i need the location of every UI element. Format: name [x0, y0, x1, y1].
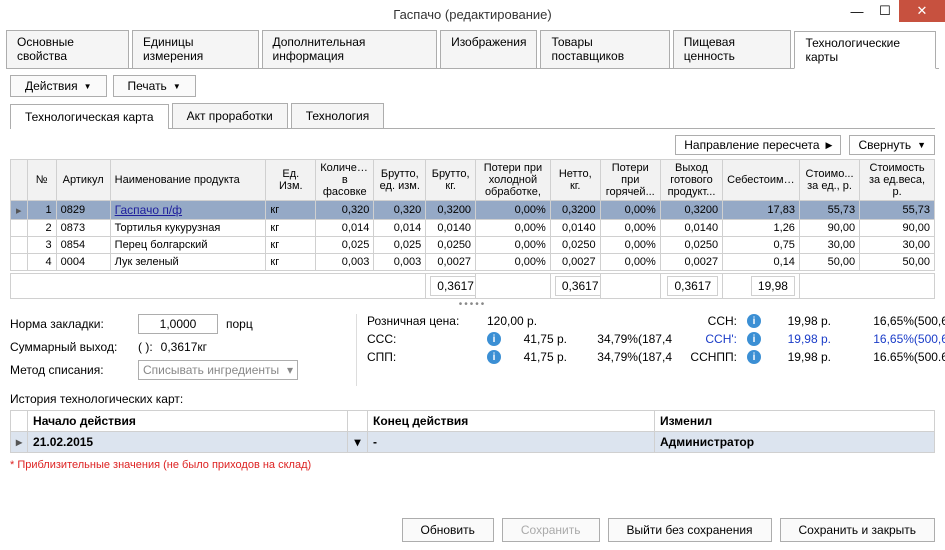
arrow-right-icon: ▶	[826, 140, 833, 151]
product-link[interactable]: Гаспачо п/ф	[115, 203, 182, 217]
info-icon[interactable]: i	[487, 350, 501, 364]
history-section: История технологических карт: Начало дей…	[10, 392, 935, 453]
warning-text: * Приблизительные значения (не было прих…	[10, 459, 935, 471]
recalc-bar: Направление пересчета▶ Свернуть▼	[0, 129, 945, 159]
date-picker-icon[interactable]: ▾	[348, 432, 368, 453]
grid-header: №АртикулНаименование продуктаЕд. Изм. Ко…	[11, 160, 935, 201]
lower-panel: Норма закладки: порц Суммарный выход: ( …	[10, 314, 935, 386]
history-row[interactable]: ▸21.02.2015 ▾ -Администратор	[11, 432, 935, 453]
method-label: Метод списания:	[10, 363, 130, 377]
maximize-button[interactable]: ☐	[871, 0, 899, 22]
recalc-direction-button[interactable]: Направление пересчета▶	[675, 135, 841, 155]
sum-value: 0,3617кг	[161, 340, 207, 354]
close-button[interactable]: ✕	[899, 0, 945, 22]
history-title: История технологических карт:	[10, 392, 935, 406]
collapse-button[interactable]: Свернуть▼	[849, 135, 935, 155]
tab-tech-card[interactable]: Технологическая карта	[10, 104, 169, 129]
ingredients-grid: №АртикулНаименование продуктаЕд. Изм. Ко…	[10, 159, 935, 299]
method-combo[interactable]: Списывать ингредиенты▾	[138, 360, 298, 380]
norm-label: Норма закладки:	[10, 317, 130, 331]
save-close-button[interactable]: Сохранить и закрыть	[780, 518, 935, 542]
tab-extra-info[interactable]: Дополнительная информация	[262, 30, 438, 68]
caret-icon: ▼	[173, 82, 181, 91]
norm-unit: порц	[226, 317, 253, 331]
info-icon[interactable]: i	[747, 314, 761, 328]
tab-test-act[interactable]: Акт проработки	[172, 103, 288, 128]
outer-tabs: Основные свойства Единицы измерения Допо…	[6, 30, 939, 69]
tab-units[interactable]: Единицы измерения	[132, 30, 259, 68]
table-row[interactable]: ▸10829Гаспачо п/фкг0,3200,3200,32000,00%…	[11, 201, 935, 220]
table-row[interactable]: 30854Перец болгарскийкг0,0250,0250,02500…	[11, 237, 935, 254]
table-row[interactable]: 40004Лук зеленыйкг0,0030,0030,00270,00%0…	[11, 254, 935, 271]
print-dropdown[interactable]: Печать▼	[113, 75, 196, 97]
window-title: Гаспачо (редактирование)	[393, 7, 551, 22]
info-icon[interactable]: i	[747, 350, 761, 364]
tab-tech-cards[interactable]: Технологические карты	[794, 31, 936, 69]
tab-technology[interactable]: Технология	[291, 103, 385, 128]
exit-button[interactable]: Выйти без сохранения	[608, 518, 772, 542]
splitter[interactable]: •••••	[0, 299, 945, 314]
info-icon[interactable]: i	[747, 332, 761, 346]
table-row[interactable]: 20873Тортилья кукурузнаякг0,0140,0140,01…	[11, 220, 935, 237]
tab-images[interactable]: Изображения	[440, 30, 537, 68]
save-button: Сохранить	[502, 518, 600, 542]
info-icon[interactable]: i	[487, 332, 501, 346]
tab-nutrition[interactable]: Пищевая ценность	[673, 30, 792, 68]
toolbar: Действия▼ Печать▼	[0, 69, 945, 103]
inner-tabs: Технологическая карта Акт проработки Тех…	[10, 103, 935, 129]
footer-buttons: Обновить Сохранить Выйти без сохранения …	[402, 518, 935, 542]
norm-input[interactable]	[138, 314, 218, 334]
tab-supplier-goods[interactable]: Товары поставщиков	[540, 30, 669, 68]
sum-label: Суммарный выход:	[10, 340, 130, 354]
caret-icon: ▾	[287, 363, 293, 377]
titlebar: Гаспачо (редактирование) — ☐ ✕	[0, 0, 945, 28]
totals-row: 0,3617 0,3617 0,3617 19,98	[11, 274, 935, 299]
caret-icon: ▼	[84, 82, 92, 91]
actions-dropdown[interactable]: Действия▼	[10, 75, 107, 97]
history-header: Начало действияКонец действияИзменил	[11, 411, 935, 432]
tab-general[interactable]: Основные свойства	[6, 30, 129, 68]
minimize-button[interactable]: —	[843, 0, 871, 22]
caret-icon: ▼	[917, 140, 926, 150]
window-buttons: — ☐ ✕	[843, 0, 945, 22]
refresh-button[interactable]: Обновить	[402, 518, 494, 542]
